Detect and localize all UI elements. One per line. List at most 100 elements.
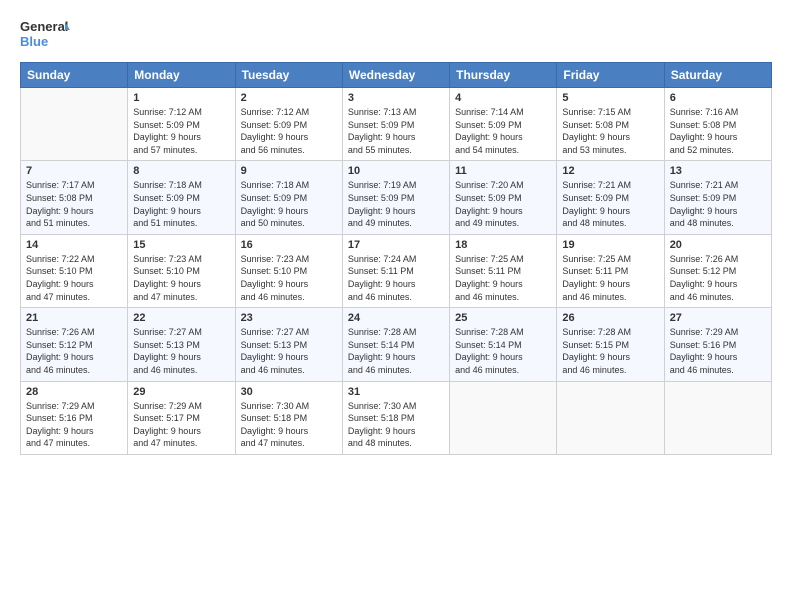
day-info: Sunrise: 7:12 AMSunset: 5:09 PMDaylight:… xyxy=(241,106,337,156)
calendar-week-row: 21 Sunrise: 7:26 AMSunset: 5:12 PMDayligh… xyxy=(21,308,772,381)
logo-svg: General Blue xyxy=(20,16,70,52)
day-number: 29 xyxy=(133,386,229,398)
calendar-week-row: 7 Sunrise: 7:17 AMSunset: 5:08 PMDaylight… xyxy=(21,161,772,234)
day-number: 27 xyxy=(670,312,766,324)
day-info: Sunrise: 7:23 AMSunset: 5:10 PMDaylight:… xyxy=(133,253,229,303)
calendar-cell: 29 Sunrise: 7:29 AMSunset: 5:17 PMDayligh… xyxy=(128,381,235,454)
day-number: 2 xyxy=(241,92,337,104)
calendar-cell: 25 Sunrise: 7:28 AMSunset: 5:14 PMDayligh… xyxy=(450,308,557,381)
calendar-cell: 23 Sunrise: 7:27 AMSunset: 5:13 PMDayligh… xyxy=(235,308,342,381)
calendar-cell: 27Sunrise: 7:29 AMSunset: 5:16 PMDayligh… xyxy=(664,308,771,381)
day-info: Sunrise: 7:14 AMSunset: 5:09 PMDaylight:… xyxy=(455,106,551,156)
svg-text:General: General xyxy=(20,19,68,34)
day-info: Sunrise: 7:22 AMSunset: 5:10 PMDaylight:… xyxy=(26,253,122,303)
calendar-cell: 30Sunrise: 7:30 AMSunset: 5:18 PMDayligh… xyxy=(235,381,342,454)
calendar-cell: 19 Sunrise: 7:25 AMSunset: 5:11 PMDayligh… xyxy=(557,234,664,307)
calendar-cell xyxy=(664,381,771,454)
day-info: Sunrise: 7:15 AMSunset: 5:08 PMDaylight:… xyxy=(562,106,658,156)
calendar-cell: 6 Sunrise: 7:16 AMSunset: 5:08 PMDaylight… xyxy=(664,88,771,161)
day-info: Sunrise: 7:25 AMSunset: 5:11 PMDaylight:… xyxy=(455,253,551,303)
day-number: 18 xyxy=(455,239,551,251)
calendar-week-row: 28 Sunrise: 7:29 AMSunset: 5:16 PMDayligh… xyxy=(21,381,772,454)
day-info: Sunrise: 7:19 AMSunset: 5:09 PMDaylight:… xyxy=(348,179,444,229)
day-info: Sunrise: 7:21 AMSunset: 5:09 PMDaylight:… xyxy=(562,179,658,229)
calendar-cell: 8 Sunrise: 7:18 AMSunset: 5:09 PMDaylight… xyxy=(128,161,235,234)
day-number: 8 xyxy=(133,165,229,177)
calendar-cell xyxy=(21,88,128,161)
calendar-cell: 24 Sunrise: 7:28 AMSunset: 5:14 PMDayligh… xyxy=(342,308,449,381)
calendar-cell: 2 Sunrise: 7:12 AMSunset: 5:09 PMDaylight… xyxy=(235,88,342,161)
day-number: 7 xyxy=(26,165,122,177)
day-number: 6 xyxy=(670,92,766,104)
day-number: 22 xyxy=(133,312,229,324)
calendar-cell: 15 Sunrise: 7:23 AMSunset: 5:10 PMDayligh… xyxy=(128,234,235,307)
calendar-day-header: Monday xyxy=(128,63,235,88)
calendar-week-row: 1Sunrise: 7:12 AMSunset: 5:09 PMDaylight… xyxy=(21,88,772,161)
day-info: Sunrise: 7:18 AMSunset: 5:09 PMDaylight:… xyxy=(241,179,337,229)
day-number: 20 xyxy=(670,239,766,251)
calendar-cell: 7 Sunrise: 7:17 AMSunset: 5:08 PMDaylight… xyxy=(21,161,128,234)
day-number: 3 xyxy=(348,92,444,104)
calendar-cell: 4 Sunrise: 7:14 AMSunset: 5:09 PMDaylight… xyxy=(450,88,557,161)
day-info: Sunrise: 7:28 AMSunset: 5:14 PMDaylight:… xyxy=(348,326,444,376)
day-number: 10 xyxy=(348,165,444,177)
calendar-day-header: Friday xyxy=(557,63,664,88)
calendar-cell: 5 Sunrise: 7:15 AMSunset: 5:08 PMDaylight… xyxy=(557,88,664,161)
day-number: 9 xyxy=(241,165,337,177)
calendar-cell xyxy=(557,381,664,454)
day-number: 16 xyxy=(241,239,337,251)
calendar-body: 1Sunrise: 7:12 AMSunset: 5:09 PMDaylight… xyxy=(21,88,772,455)
day-info: Sunrise: 7:27 AMSunset: 5:13 PMDaylight:… xyxy=(133,326,229,376)
day-info: Sunrise: 7:27 AMSunset: 5:13 PMDaylight:… xyxy=(241,326,337,376)
calendar-cell: 17 Sunrise: 7:24 AMSunset: 5:11 PMDayligh… xyxy=(342,234,449,307)
day-number: 31 xyxy=(348,386,444,398)
calendar-cell: 16Sunrise: 7:23 AMSunset: 5:10 PMDayligh… xyxy=(235,234,342,307)
calendar-cell: 11 Sunrise: 7:20 AMSunset: 5:09 PMDayligh… xyxy=(450,161,557,234)
day-number: 5 xyxy=(562,92,658,104)
day-number: 12 xyxy=(562,165,658,177)
day-number: 19 xyxy=(562,239,658,251)
day-info: Sunrise: 7:25 AMSunset: 5:11 PMDaylight:… xyxy=(562,253,658,303)
calendar-header-row: SundayMondayTuesdayWednesdayThursdayFrid… xyxy=(21,63,772,88)
day-info: Sunrise: 7:30 AMSunset: 5:18 PMDaylight:… xyxy=(348,400,444,450)
day-number: 13 xyxy=(670,165,766,177)
calendar-cell: 3Sunrise: 7:13 AMSunset: 5:09 PMDaylight… xyxy=(342,88,449,161)
day-number: 23 xyxy=(241,312,337,324)
day-info: Sunrise: 7:18 AMSunset: 5:09 PMDaylight:… xyxy=(133,179,229,229)
day-number: 25 xyxy=(455,312,551,324)
day-info: Sunrise: 7:12 AMSunset: 5:09 PMDaylight:… xyxy=(133,106,229,156)
calendar-cell: 9 Sunrise: 7:18 AMSunset: 5:09 PMDaylight… xyxy=(235,161,342,234)
day-number: 17 xyxy=(348,239,444,251)
day-info: Sunrise: 7:16 AMSunset: 5:08 PMDaylight:… xyxy=(670,106,766,156)
calendar-day-header: Sunday xyxy=(21,63,128,88)
calendar-cell: 1Sunrise: 7:12 AMSunset: 5:09 PMDaylight… xyxy=(128,88,235,161)
day-info: Sunrise: 7:26 AMSunset: 5:12 PMDaylight:… xyxy=(26,326,122,376)
day-info: Sunrise: 7:29 AMSunset: 5:16 PMDaylight:… xyxy=(26,400,122,450)
calendar-cell: 22 Sunrise: 7:27 AMSunset: 5:13 PMDayligh… xyxy=(128,308,235,381)
calendar-day-header: Thursday xyxy=(450,63,557,88)
day-number: 15 xyxy=(133,239,229,251)
day-info: Sunrise: 7:17 AMSunset: 5:08 PMDaylight:… xyxy=(26,179,122,229)
calendar-cell: 26Sunrise: 7:28 AMSunset: 5:15 PMDayligh… xyxy=(557,308,664,381)
calendar-day-header: Saturday xyxy=(664,63,771,88)
header: General Blue xyxy=(20,16,772,52)
calendar-day-header: Tuesday xyxy=(235,63,342,88)
calendar-cell: 31 Sunrise: 7:30 AMSunset: 5:18 PMDayligh… xyxy=(342,381,449,454)
day-info: Sunrise: 7:20 AMSunset: 5:09 PMDaylight:… xyxy=(455,179,551,229)
day-info: Sunrise: 7:29 AMSunset: 5:17 PMDaylight:… xyxy=(133,400,229,450)
calendar-table: SundayMondayTuesdayWednesdayThursdayFrid… xyxy=(20,62,772,455)
day-number: 24 xyxy=(348,312,444,324)
day-number: 28 xyxy=(26,386,122,398)
calendar-cell: 28 Sunrise: 7:29 AMSunset: 5:16 PMDayligh… xyxy=(21,381,128,454)
day-info: Sunrise: 7:24 AMSunset: 5:11 PMDaylight:… xyxy=(348,253,444,303)
day-number: 21 xyxy=(26,312,122,324)
page: General Blue SundayMondayTuesdayWednesda… xyxy=(0,0,792,612)
calendar-cell: 13Sunrise: 7:21 AMSunset: 5:09 PMDayligh… xyxy=(664,161,771,234)
calendar-cell: 18 Sunrise: 7:25 AMSunset: 5:11 PMDayligh… xyxy=(450,234,557,307)
day-number: 4 xyxy=(455,92,551,104)
logo: General Blue xyxy=(20,16,70,52)
day-number: 11 xyxy=(455,165,551,177)
day-number: 30 xyxy=(241,386,337,398)
day-info: Sunrise: 7:28 AMSunset: 5:14 PMDaylight:… xyxy=(455,326,551,376)
day-number: 26 xyxy=(562,312,658,324)
